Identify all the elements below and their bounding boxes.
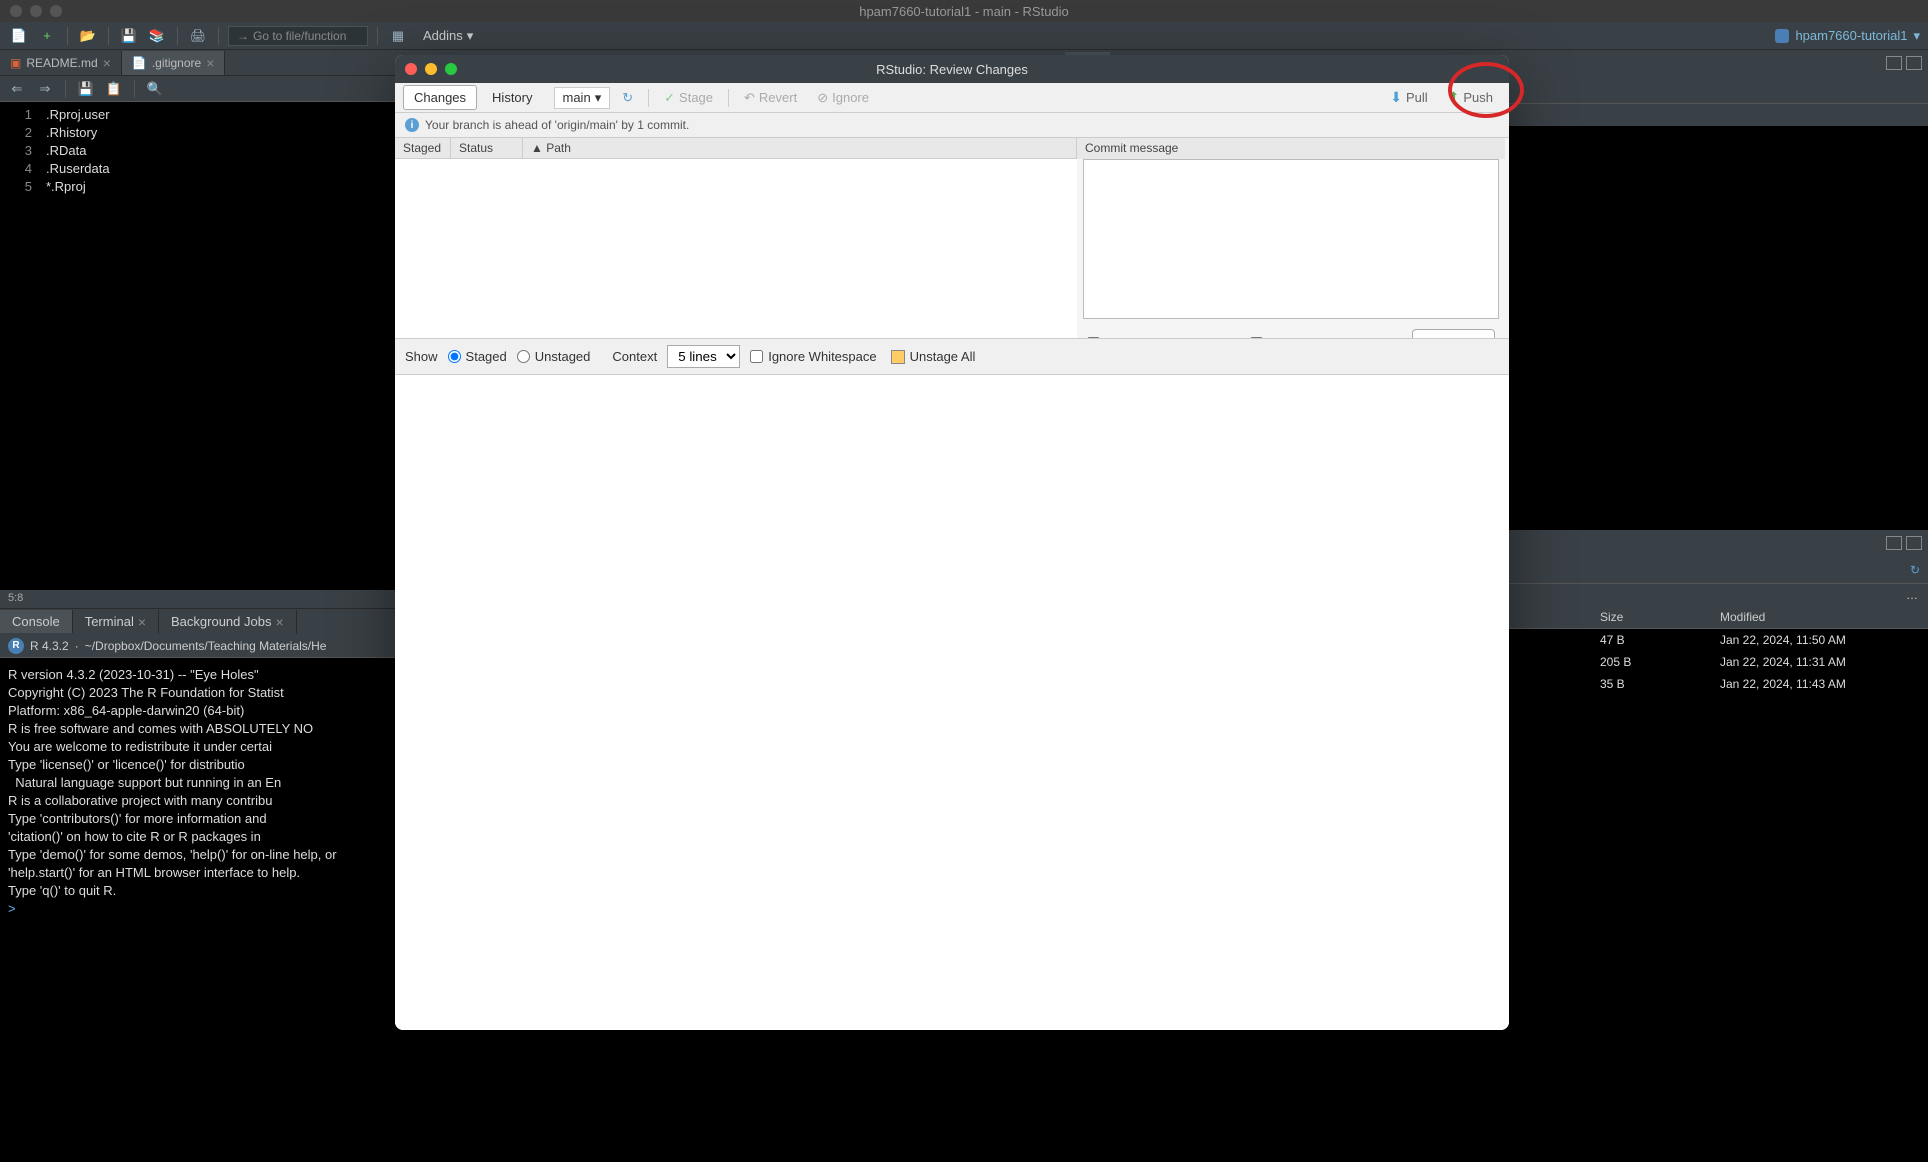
save-all-icon[interactable]: 📚 (146, 26, 168, 46)
maximize-pane-icon[interactable] (1906, 536, 1922, 550)
check-icon: ✓ (664, 90, 675, 106)
minimize-modal-icon[interactable] (425, 63, 437, 75)
branch-selector[interactable]: main ▾ (554, 87, 611, 109)
find-icon[interactable]: 🔍 (144, 79, 166, 99)
chevron-down-icon: ▾ (1913, 28, 1920, 44)
close-modal-icon[interactable] (405, 63, 417, 75)
open-file-icon[interactable]: 📂 (77, 26, 99, 46)
modal-titlebar: RStudio: Review Changes (395, 55, 1509, 83)
close-icon[interactable]: × (275, 614, 283, 630)
unstage-all-button[interactable]: Unstage All (891, 349, 976, 364)
r-logo-icon: R (8, 638, 24, 654)
go-to-file-input[interactable]: → Go to file/function (228, 26, 368, 46)
tab-changes[interactable]: Changes (403, 85, 477, 110)
addins-menu[interactable]: Addins ▾ (415, 26, 481, 46)
unstaged-radio[interactable]: Unstaged (517, 349, 591, 364)
review-changes-dialog: RStudio: Review Changes Changes History … (395, 55, 1509, 1030)
window-controls (10, 5, 62, 17)
ignore-button[interactable]: ⊘Ignore (809, 87, 877, 109)
chevron-down-icon: ▾ (595, 90, 602, 106)
main-toolbar: 📄 + 📂 💾 📚 🖨 → Go to file/function ▦ Addi… (0, 22, 1928, 50)
maximize-window-icon[interactable] (50, 5, 62, 17)
save-icon[interactable]: 💾 (118, 26, 140, 46)
markdown-file-icon: ▣ (10, 56, 21, 70)
tab-readme[interactable]: ▣ README.md × (0, 51, 122, 75)
tab-console[interactable]: Console (0, 610, 73, 633)
show-label: Show (405, 349, 438, 364)
file-list-header: Staged Status ▲ Path (395, 138, 1077, 159)
stage-button[interactable]: ✓Stage (656, 87, 721, 109)
refresh-button[interactable]: ↻ (614, 87, 641, 109)
window-title: hpam7660-tutorial1 - main - RStudio (859, 4, 1069, 19)
unstage-icon (891, 350, 905, 364)
new-project-icon[interactable]: + (36, 26, 58, 46)
r-project-icon (1775, 29, 1789, 43)
refresh-icon: ↻ (622, 90, 633, 106)
minimize-window-icon[interactable] (30, 5, 42, 17)
ignore-whitespace-checkbox[interactable]: Ignore Whitespace (750, 349, 876, 364)
minimize-pane-icon[interactable] (1886, 536, 1902, 550)
staged-radio[interactable]: Staged (448, 349, 507, 364)
tab-terminal[interactable]: Terminal× (73, 610, 159, 634)
diff-toolbar: Show Staged Unstaged Context 5 lines Ign… (395, 338, 1509, 375)
ignore-icon: ⊘ (817, 90, 828, 106)
tab-history[interactable]: History (481, 85, 543, 110)
grid-icon[interactable]: ▦ (387, 26, 409, 46)
forward-icon[interactable]: ⇒ (34, 79, 56, 99)
maximize-modal-icon[interactable] (445, 63, 457, 75)
modal-toolbar: Changes History main ▾ ↻ ✓Stage ↶Revert … (395, 83, 1509, 113)
commit-message-input[interactable] (1083, 159, 1499, 319)
diff-view[interactable] (395, 375, 1509, 1030)
project-menu[interactable]: hpam7660-tutorial1 ▾ (1775, 28, 1920, 44)
close-window-icon[interactable] (10, 5, 22, 17)
modal-title: RStudio: Review Changes (876, 62, 1028, 77)
tab-gitignore[interactable]: 📄 .gitignore × (122, 51, 226, 75)
mac-titlebar: hpam7660-tutorial1 - main - RStudio (0, 0, 1928, 22)
info-icon: i (405, 118, 419, 132)
tab-background-jobs[interactable]: Background Jobs× (159, 610, 297, 634)
revert-icon: ↶ (744, 90, 755, 106)
pull-button[interactable]: ⬇Pull (1382, 86, 1435, 109)
minimize-pane-icon[interactable] (1886, 56, 1902, 70)
line-gutter: 12345 (0, 102, 40, 590)
chevron-down-icon: ▾ (467, 28, 474, 44)
new-file-icon[interactable]: 📄 (8, 26, 30, 46)
close-icon[interactable]: × (206, 55, 214, 71)
close-icon[interactable]: × (103, 55, 111, 71)
console-path: ~/Dropbox/Documents/Teaching Materials/H… (85, 639, 327, 653)
search-icon: → (237, 29, 249, 43)
source-icon[interactable]: 📋 (103, 79, 125, 99)
context-label: Context (612, 349, 657, 364)
text-file-icon: 📄 (132, 56, 147, 70)
push-button[interactable]: ⬆Push (1440, 86, 1501, 109)
file-list[interactable] (395, 159, 1077, 338)
r-version-label: R 4.3.2 (30, 639, 69, 653)
context-select[interactable]: 5 lines (667, 345, 740, 368)
refresh-icon[interactable]: ↻ (1910, 563, 1920, 577)
modal-info-bar: i Your branch is ahead of 'origin/main' … (395, 113, 1509, 138)
back-icon[interactable]: ⇐ (6, 79, 28, 99)
arrow-down-icon: ⬇ (1390, 89, 1402, 106)
commit-message-label: Commit message (1077, 138, 1505, 159)
arrow-up-icon: ⬆ (1448, 89, 1460, 106)
print-icon[interactable]: 🖨 (187, 26, 209, 46)
revert-button[interactable]: ↶Revert (736, 87, 805, 109)
maximize-pane-icon[interactable] (1906, 56, 1922, 70)
save-icon[interactable]: 💾 (75, 79, 97, 99)
close-icon[interactable]: × (138, 614, 146, 630)
